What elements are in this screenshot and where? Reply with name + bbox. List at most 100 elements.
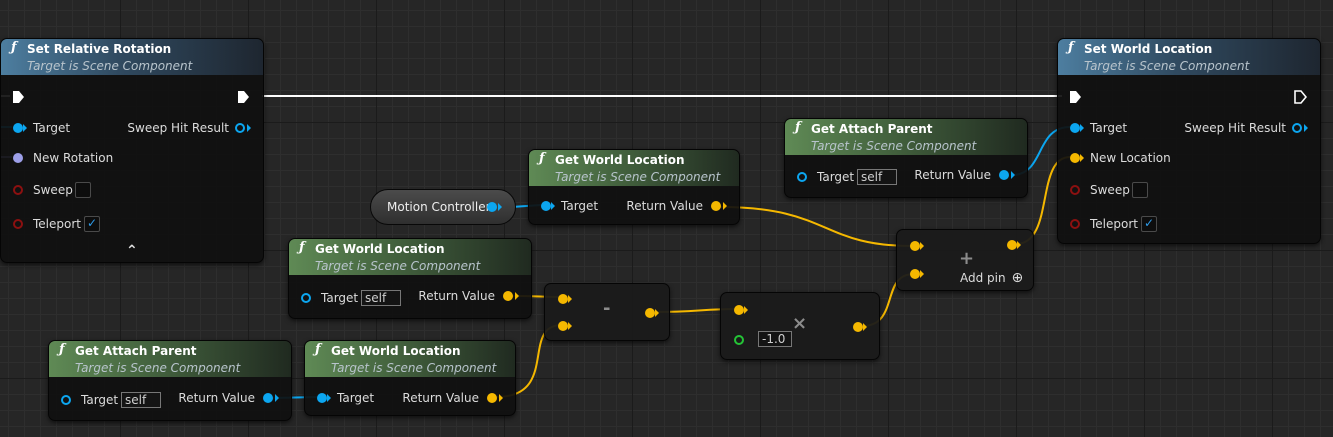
vector-pin-icon[interactable] xyxy=(558,294,568,304)
add-pin-label: Add pin xyxy=(960,271,1006,285)
bool-pin-icon[interactable] xyxy=(1070,219,1080,229)
sweep-checkbox[interactable] xyxy=(75,182,91,198)
pin-label: Return Value xyxy=(178,391,255,405)
pin-return-value[interactable]: Return Value xyxy=(169,390,279,406)
node-subtract[interactable]: - xyxy=(544,283,670,341)
add-icon: + xyxy=(959,248,975,269)
teleport-checkbox[interactable]: ✓ xyxy=(1141,216,1157,232)
object-pin-icon[interactable] xyxy=(541,201,551,211)
pin-teleport[interactable]: Teleport ✓ xyxy=(1070,216,1190,232)
pin-arrow-icon xyxy=(723,202,727,210)
vector-wire-world-to-add xyxy=(719,206,913,247)
pin-arrow-icon xyxy=(920,242,924,250)
pin-return-value[interactable]: Return Value xyxy=(393,390,503,406)
object-pin-icon[interactable] xyxy=(13,123,23,133)
node-add[interactable]: + Add pin ⊕ xyxy=(896,229,1034,291)
object-pin-icon[interactable] xyxy=(263,393,273,403)
vector-pin-icon[interactable] xyxy=(910,269,920,279)
pin-target[interactable]: Target self xyxy=(797,169,917,185)
target-self-field[interactable]: self xyxy=(121,392,161,408)
bool-pin-icon[interactable] xyxy=(13,219,23,229)
vector-pin-icon[interactable] xyxy=(558,321,568,331)
pin-target[interactable]: Target self xyxy=(61,392,181,408)
target-self-field[interactable]: self xyxy=(361,290,401,306)
exec-pin-icon[interactable] xyxy=(11,90,25,104)
target-self-field[interactable]: self xyxy=(857,169,897,185)
node-subtitle: Target is Scene Component xyxy=(27,59,193,73)
pin-return-value[interactable]: Return Value xyxy=(617,198,727,214)
node-title: Get Attach Parent xyxy=(811,122,933,136)
pin-sweep-hit-result[interactable]: Sweep Hit Result xyxy=(121,120,251,136)
vector-pin-icon[interactable] xyxy=(910,241,920,251)
pin-label: Return Value xyxy=(914,168,991,182)
bool-pin-icon[interactable] xyxy=(1070,185,1080,195)
multiply-value-field[interactable]: -1.0 xyxy=(758,331,792,347)
function-f-icon: ƒ xyxy=(299,240,305,255)
function-f-icon: ƒ xyxy=(795,120,801,135)
node-set-world-location[interactable]: ƒ Set World Location Target is Scene Com… xyxy=(1057,38,1321,244)
pin-label: Return Value xyxy=(418,289,495,303)
pin-arrow-icon xyxy=(655,309,659,317)
rotator-pin-icon[interactable] xyxy=(13,153,23,163)
node-title: Get Attach Parent xyxy=(75,344,197,358)
vector-pin-icon[interactable] xyxy=(645,308,655,318)
pin-label: Sweep xyxy=(33,183,73,197)
vector-pin-icon[interactable] xyxy=(487,393,497,403)
struct-pin-icon[interactable] xyxy=(1292,123,1302,133)
pin-sweep-hit-result[interactable]: Sweep Hit Result xyxy=(1178,120,1308,136)
pin-arrow-icon xyxy=(744,306,748,314)
chevron-up-icon[interactable]: ⌃ xyxy=(126,244,138,258)
sweep-checkbox[interactable] xyxy=(1132,182,1148,198)
pin-return-value[interactable]: Return Value xyxy=(409,288,519,304)
pin-sweep[interactable]: Sweep xyxy=(1070,182,1190,198)
bool-pin-icon[interactable] xyxy=(13,185,23,195)
pin-label: New Rotation xyxy=(33,151,114,165)
node-get-attach-parent[interactable]: ƒ Get Attach Parent Target is Scene Comp… xyxy=(784,118,1028,198)
plus-circle-icon[interactable]: ⊕ xyxy=(1011,270,1023,286)
object-pin-icon[interactable] xyxy=(999,170,1009,180)
node-get-world-location[interactable]: ƒ Get World Location Target is Scene Com… xyxy=(528,149,740,225)
node-header: ƒ Set World Location Target is Scene Com… xyxy=(1058,39,1320,75)
pin-label: Sweep xyxy=(1090,183,1130,197)
struct-pin-icon[interactable] xyxy=(235,123,245,133)
function-f-icon: ƒ xyxy=(59,342,65,357)
object-pin-icon[interactable] xyxy=(317,393,327,403)
vector-pin-icon[interactable] xyxy=(711,201,721,211)
node-title: Get World Location xyxy=(315,242,445,256)
exec-pin-icon[interactable] xyxy=(1293,90,1307,104)
node-subtitle: Target is Scene Component xyxy=(75,361,241,375)
object-pin-icon[interactable] xyxy=(487,202,497,212)
vector-pin-icon[interactable] xyxy=(503,291,513,301)
pin-target[interactable]: Target self xyxy=(301,290,421,306)
vector-pin-icon[interactable] xyxy=(734,305,744,315)
node-title: Get World Location xyxy=(331,344,461,358)
variable-motion-controller[interactable]: Motion Controller xyxy=(370,189,516,225)
node-get-world-location[interactable]: ƒ Get World Location Target is Scene Com… xyxy=(304,340,516,416)
pin-arrow-icon xyxy=(499,394,503,402)
object-pin-icon[interactable] xyxy=(1070,123,1080,133)
pin-arrow-icon xyxy=(247,124,251,132)
node-get-world-location[interactable]: ƒ Get World Location Target is Scene Com… xyxy=(288,238,532,319)
node-header: ƒ Set Relative Rotation Target is Scene … xyxy=(1,39,263,75)
node-get-attach-parent[interactable]: ƒ Get Attach Parent Target is Scene Comp… xyxy=(48,340,292,421)
add-pin-button[interactable]: Add pin ⊕ xyxy=(960,270,1023,286)
float-pin-icon[interactable] xyxy=(734,335,744,345)
pin-teleport[interactable]: Teleport ✓ xyxy=(13,216,133,232)
node-set-relative-rotation[interactable]: ƒ Set Relative Rotation Target is Scene … xyxy=(0,38,264,263)
vector-pin-icon[interactable] xyxy=(1070,153,1080,163)
pin-return-value[interactable]: Return Value xyxy=(905,167,1015,183)
object-pin-icon[interactable] xyxy=(797,172,807,182)
vector-pin-icon[interactable] xyxy=(1007,240,1017,250)
object-pin-icon[interactable] xyxy=(301,293,311,303)
teleport-checkbox[interactable]: ✓ xyxy=(84,216,100,232)
pin-arrow-icon xyxy=(568,322,572,330)
vector-pin-icon[interactable] xyxy=(853,322,863,332)
exec-pin-icon[interactable] xyxy=(1068,90,1082,104)
pin-label: Teleport xyxy=(1090,217,1138,231)
pin-label: Target xyxy=(337,391,375,405)
pin-arrow-icon xyxy=(920,270,924,278)
exec-pin-icon[interactable] xyxy=(236,90,250,104)
object-pin-icon[interactable] xyxy=(61,395,71,405)
node-multiply[interactable]: -1.0 × xyxy=(720,292,880,360)
pin-sweep[interactable]: Sweep xyxy=(13,182,133,198)
